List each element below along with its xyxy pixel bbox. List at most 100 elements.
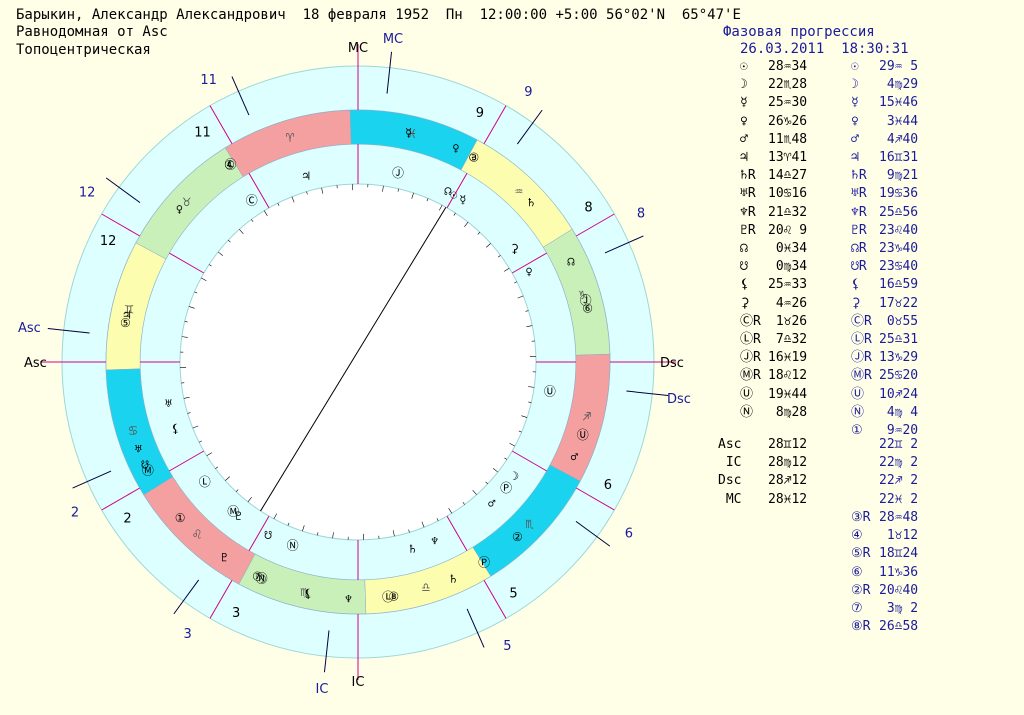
- angle-natal-position: 28♐12: [768, 473, 808, 489]
- natal-planet-position: 10♋16: [768, 186, 808, 202]
- natal-planet-symbol: ☊: [740, 241, 748, 256]
- natal-planet-symbol: ♄R: [740, 168, 756, 184]
- center-disc: [179, 183, 537, 541]
- extra-point-position: 26♎58: [879, 619, 919, 635]
- natal-planet-position: 4♒26: [768, 295, 808, 311]
- natal-planet-position: 20♌ 9: [768, 222, 808, 238]
- progressed-planet-symbol: ☊R: [851, 241, 867, 256]
- progressed-planet-symbol: ♃: [851, 150, 859, 165]
- house-number: 8: [584, 201, 592, 216]
- progressed-planet-glyph: ①: [175, 511, 186, 525]
- natal-planet-symbol: ♃: [740, 150, 748, 165]
- natal-planet-position: 0♍34: [768, 259, 808, 275]
- progressed-planet-symbol: ⒿR: [851, 350, 872, 366]
- natal-planet-symbol: ⚳: [740, 295, 750, 311]
- progressed-planet-glyph: ♄: [450, 572, 457, 586]
- natal-planet-symbol: ⚸: [740, 277, 750, 293]
- progressed-planet-glyph: Ⓒ: [224, 157, 236, 171]
- natal-planet-symbol: ☽: [740, 77, 748, 93]
- natal-planet-glyph: ☿: [459, 193, 466, 207]
- angle-progressed-position: 22♐ 2: [879, 473, 919, 489]
- progressed-planet-symbol: ⓂR: [851, 368, 872, 384]
- natal-planet-glyph: ♅: [165, 397, 172, 411]
- natal-planet-position: 7♎32: [768, 332, 808, 347]
- natal-planet-position: 19♓44: [768, 386, 808, 402]
- progressed-house-number: 11: [200, 73, 217, 88]
- extra-point-symbol: ②R: [851, 582, 871, 598]
- house-number: 11: [194, 126, 211, 141]
- progressed-planet-symbol: Ⓝ: [851, 404, 865, 420]
- progressed-planet-position: 15♓46: [879, 95, 919, 111]
- zodiac-sign-glyph: ♋: [129, 423, 137, 439]
- natal-planet-symbol: ⓂR: [740, 368, 761, 384]
- progressed-planet-glyph: Ⓟ: [478, 555, 490, 569]
- dsc-label: Dsc: [660, 356, 684, 371]
- progressed-planet-symbol: ⒸR: [851, 313, 872, 329]
- ic-label: IC: [352, 675, 365, 690]
- angle-natal-position: 28♍12: [768, 455, 808, 471]
- angle-progressed-position: 22♊ 2: [879, 437, 919, 452]
- extra-point-position: 3♍ 2: [879, 601, 919, 616]
- house-number: 5: [509, 586, 517, 601]
- house-number: 12: [100, 234, 117, 249]
- natal-planet-position: 1♉26: [768, 313, 808, 329]
- extra-point-position: 1♉12: [879, 528, 919, 544]
- progressed-planet-symbol: ♅R: [851, 186, 867, 202]
- progressed-planet-position: 25♎31: [879, 332, 919, 347]
- progressed-planet-glyph: ♂: [571, 450, 578, 464]
- natal-planet-position: 14♎27: [768, 168, 808, 184]
- progressed-planet-glyph: ⑥: [582, 301, 593, 315]
- natal-planet-glyph: Ⓤ: [544, 385, 556, 399]
- angle-name: IC: [718, 455, 742, 471]
- progressed-planet-position: 25♋20: [879, 368, 919, 384]
- progressed-house-number: 5: [503, 639, 511, 654]
- natal-planet-glyph: ☊: [444, 184, 452, 198]
- progressed-mc-label: MC: [383, 32, 403, 47]
- natal-planet-glyph: ♃: [303, 169, 310, 183]
- progressed-house-number: 3: [183, 627, 191, 642]
- natal-planet-glyph: ♀: [525, 264, 532, 278]
- house-number: 2: [123, 511, 131, 526]
- natal-planet-glyph: ♇: [235, 509, 242, 523]
- progressed-planet-glyph: ⑦: [252, 570, 263, 584]
- natal-planet-position: 25♒30: [768, 95, 808, 111]
- natal-planet-glyph: ☋: [265, 528, 273, 542]
- progressed-planet-position: 16♊31: [879, 150, 919, 165]
- natal-planet-symbol: ⒸR: [740, 313, 761, 329]
- zodiac-sign-glyph: ♌: [193, 526, 202, 542]
- natal-planet-symbol: ⓁR: [740, 332, 761, 347]
- progressed-house-number: 6: [625, 526, 633, 541]
- progressed-ic-label: IC: [316, 682, 329, 697]
- progressed-planet-position: 9♍21: [879, 168, 919, 184]
- natal-planet-glyph: Ⓒ: [246, 194, 258, 208]
- progressed-house-number: 8: [637, 207, 645, 222]
- progressed-planet-glyph: Ⓤ: [577, 428, 589, 442]
- progression-date: 26.03.2011 18:30:31: [740, 41, 909, 57]
- extra-point-symbol: ⑤R: [851, 546, 871, 562]
- progressed-planet-glyph: ♄: [528, 196, 535, 210]
- progressed-house-number: 12: [79, 186, 96, 201]
- angle-natal-position: 28♓12: [768, 491, 808, 507]
- natal-planet-symbol: Ⓝ: [740, 404, 754, 420]
- progressed-planet-glyph: Ⓜ: [142, 464, 154, 478]
- natal-planet-glyph: Ⓝ: [287, 539, 299, 553]
- progression-title: Фазовая прогрессия: [723, 24, 875, 40]
- astrology-wheel: ♈♉♊♋♌♍♎♏♐♑♒♓♈♉♊♋♌♍♎♏♐♑♒♓☉☿☊Ⓙ♃Ⓒ♅⚸ⓁⓂ♇☋Ⓝ♄♆Ⓟ…: [18, 32, 691, 697]
- natal-planet-symbol: ♂: [740, 131, 748, 147]
- progressed-planet-position: 19♋36: [879, 186, 919, 202]
- progressed-planet-symbol: ☉: [851, 59, 859, 74]
- progressed-planet-position: 23♑40: [879, 241, 919, 256]
- asc-label: Asc: [24, 356, 47, 371]
- progressed-planet-position: 0♉55: [879, 313, 919, 329]
- progressed-planet-glyph: ♀: [452, 141, 459, 155]
- progressed-planet-symbol: ⚳: [851, 295, 861, 311]
- natal-planet-symbol: ☿: [740, 95, 748, 111]
- extra-point-symbol: ⑦: [851, 601, 863, 616]
- house-number: 9: [476, 106, 484, 121]
- extra-point-position: 20♌40: [879, 582, 919, 598]
- progressed-planet-symbol: ♄R: [851, 168, 867, 184]
- extra-point-symbol: ⑥: [851, 564, 863, 580]
- zodiac-sign-glyph: ♉: [182, 194, 191, 210]
- natal-planet-position: 8♍28: [768, 404, 808, 420]
- natal-planet-symbol: ♀: [740, 113, 748, 129]
